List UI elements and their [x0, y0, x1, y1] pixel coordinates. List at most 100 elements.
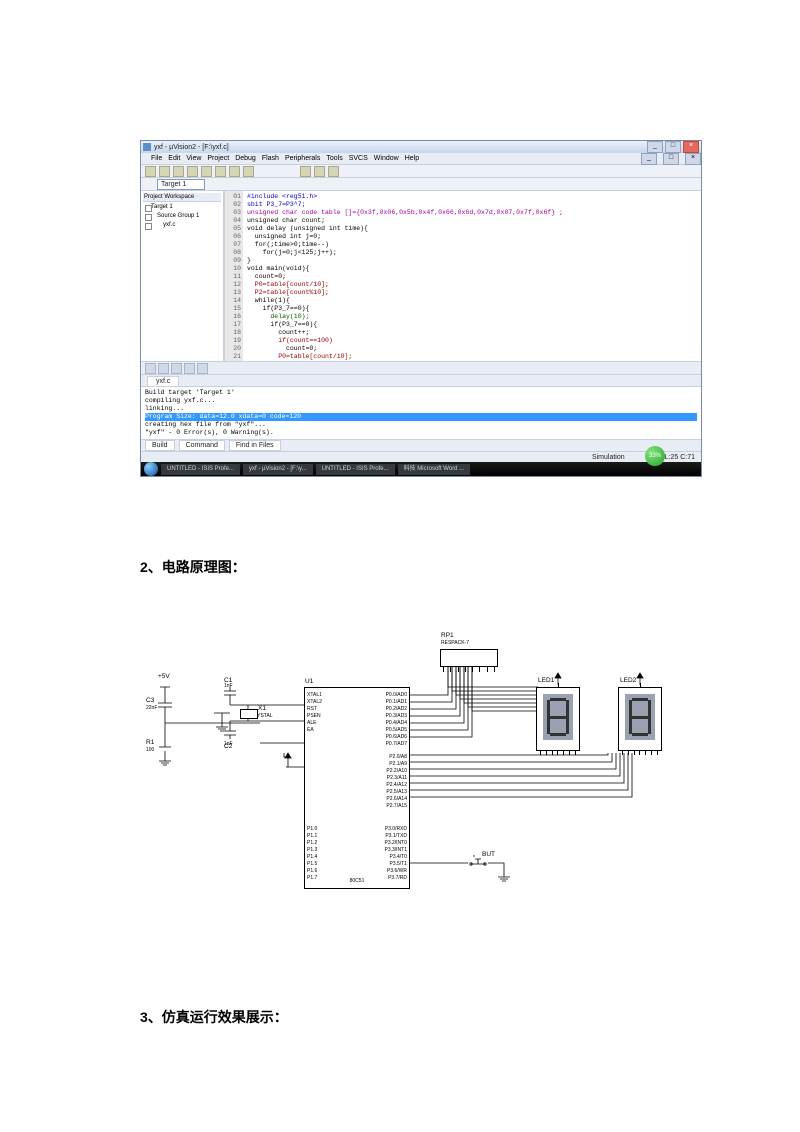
heading-circuit: 2、电路原理图：: [140, 557, 680, 577]
pin-label: P2.2/A10: [386, 768, 407, 775]
mcu-core: 80C51: [305, 878, 409, 884]
pin-label: P2.4/A12: [386, 782, 407, 789]
pin-label: P2.3/A11: [386, 775, 407, 782]
menu-tools[interactable]: Tools: [326, 155, 342, 162]
label-r1-val: 100: [146, 747, 154, 753]
pin-label: P0.2/AD2: [386, 706, 407, 713]
target-dropdown[interactable]: Target 1: [157, 179, 205, 190]
pin-label: P0.3/AD3: [386, 713, 407, 720]
menu-file[interactable]: File: [151, 155, 162, 162]
paste-icon[interactable]: [215, 166, 226, 177]
menu-svcs[interactable]: SVCS: [349, 155, 368, 162]
tree-target[interactable]: Target 1: [145, 203, 221, 212]
output-tab-command[interactable]: Command: [179, 440, 225, 451]
taskbar-item[interactable]: UNTITLED - ISIS Profe...: [161, 464, 240, 475]
pin-label: P0.5/AD5: [386, 727, 407, 734]
ide-toolbar: [141, 164, 701, 178]
status-bar: Simulation L:25 C:71 33%: [141, 451, 701, 462]
mdi-close-button[interactable]: ×: [685, 153, 701, 165]
mdi-min-button[interactable]: _: [641, 153, 657, 165]
menu-peripherals[interactable]: Peripherals: [285, 155, 320, 162]
close-button[interactable]: ×: [683, 141, 699, 153]
output-tab-find[interactable]: Find in Files: [229, 440, 281, 451]
project-tree-title: Project Workspace: [143, 193, 221, 202]
pin-label: PSEN: [307, 713, 322, 720]
label-5v: +5V: [158, 673, 170, 680]
line-numbers: 0102030405060708091011121314151617181920…: [225, 191, 243, 361]
copy-icon[interactable]: [201, 166, 212, 177]
taskbar-item[interactable]: yxf - µVision2 - [F:\y...: [243, 464, 313, 475]
crystal-icon: [240, 709, 258, 719]
output-line: compiling yxf.c...: [145, 397, 697, 405]
pin-label: P1.1: [307, 833, 317, 840]
output-window: Build target 'Target 1' compiling yxf.c.…: [141, 386, 701, 439]
cut-icon[interactable]: [187, 166, 198, 177]
circuit-wires: [140, 627, 700, 927]
pin-label: XTAL1: [307, 692, 322, 699]
output-tabs: Build Command Find in Files: [141, 439, 701, 451]
output-line: creating hex file from "yxf"...: [145, 421, 697, 429]
mdi-max-button[interactable]: □: [663, 153, 679, 165]
open-icon[interactable]: [159, 166, 170, 177]
taskbar-item[interactable]: UNTITLED - ISIS Profe...: [316, 464, 395, 475]
menu-project[interactable]: Project: [207, 155, 229, 162]
respack: RP1 RESPACK-7: [440, 649, 498, 667]
label-c3-val: 22nF: [146, 705, 157, 711]
pin-label: P0.4/AD4: [386, 720, 407, 727]
code-text: #include <reg51.h> sbit P3_7=P3^7; unsig…: [243, 191, 701, 361]
pin-label: P2.1/A9: [386, 761, 407, 768]
output-highlight: Program Size: data=12.0 xdata=0 code=120: [145, 413, 697, 421]
output-tab-build[interactable]: Build: [145, 440, 175, 451]
taskbar-item[interactable]: 科技 Microsoft Word ...: [398, 464, 471, 475]
bookmark-icon[interactable]: [314, 166, 325, 177]
tree-file[interactable]: yxf.c: [145, 221, 221, 230]
menu-flash[interactable]: Flash: [262, 155, 279, 162]
tree-tab-funcs-icon[interactable]: [184, 363, 195, 374]
status-cursor: L:25 C:71: [665, 454, 695, 461]
pin-label: P1.4: [307, 854, 317, 861]
menu-view[interactable]: View: [186, 155, 201, 162]
pin-label: RST: [307, 706, 322, 713]
editor-tab[interactable]: yxf.c: [147, 376, 179, 386]
menu-window[interactable]: Window: [374, 155, 399, 162]
pin-label: P1.3: [307, 847, 317, 854]
redo-icon[interactable]: [243, 166, 254, 177]
respack-name: RP1: [441, 632, 454, 639]
tree-tab-templ-icon[interactable]: [197, 363, 208, 374]
ide-toolbar2: Target 1: [141, 178, 701, 191]
seven-seg-led2: [618, 687, 662, 751]
seven-seg-led1: [536, 687, 580, 751]
tree-tab-books-icon[interactable]: [171, 363, 182, 374]
pin-label: P0.6/AD6: [386, 734, 407, 741]
pin-label: P0.7/AD7: [386, 741, 407, 748]
pin-label: ALE: [307, 720, 322, 727]
pin-label: P2.6/A14: [386, 796, 407, 803]
tree-tab-regs-icon[interactable]: [158, 363, 169, 374]
label-c2: C2: [224, 743, 232, 750]
new-icon[interactable]: [145, 166, 156, 177]
pin-label: P1.2: [307, 840, 317, 847]
undo-icon[interactable]: [229, 166, 240, 177]
label-led2: LED2: [620, 677, 636, 684]
tree-tabs: [141, 361, 701, 374]
menu-edit[interactable]: Edit: [168, 155, 180, 162]
menu-help[interactable]: Help: [405, 155, 419, 162]
debug-icon[interactable]: [328, 166, 339, 177]
ide-menubar: File Edit View Project Debug Flash Perip…: [141, 153, 701, 164]
pin-label: XTAL2: [307, 699, 322, 706]
menu-debug[interactable]: Debug: [235, 155, 256, 162]
pin-label: P3.3/INT1: [384, 847, 407, 854]
circuit-diagram: +5V C3 22nF R1 100 C1 1nF C2 1nF X1 CRYS…: [140, 627, 700, 927]
pin-label: P1.0: [307, 826, 317, 833]
start-orb-icon[interactable]: [144, 462, 158, 476]
heading-sim: 3、仿真运行效果展示：: [140, 1007, 680, 1027]
find-icon[interactable]: [300, 166, 311, 177]
tree-group[interactable]: Source Group 1: [145, 212, 221, 221]
save-icon[interactable]: [173, 166, 184, 177]
max-button[interactable]: □: [665, 141, 681, 153]
pin-label: P3.5/T1: [384, 861, 407, 868]
min-button[interactable]: _: [647, 141, 663, 153]
code-editor[interactable]: 0102030405060708091011121314151617181920…: [224, 191, 701, 361]
tree-tab-files-icon[interactable]: [145, 363, 156, 374]
pin-label: P1.5: [307, 861, 317, 868]
